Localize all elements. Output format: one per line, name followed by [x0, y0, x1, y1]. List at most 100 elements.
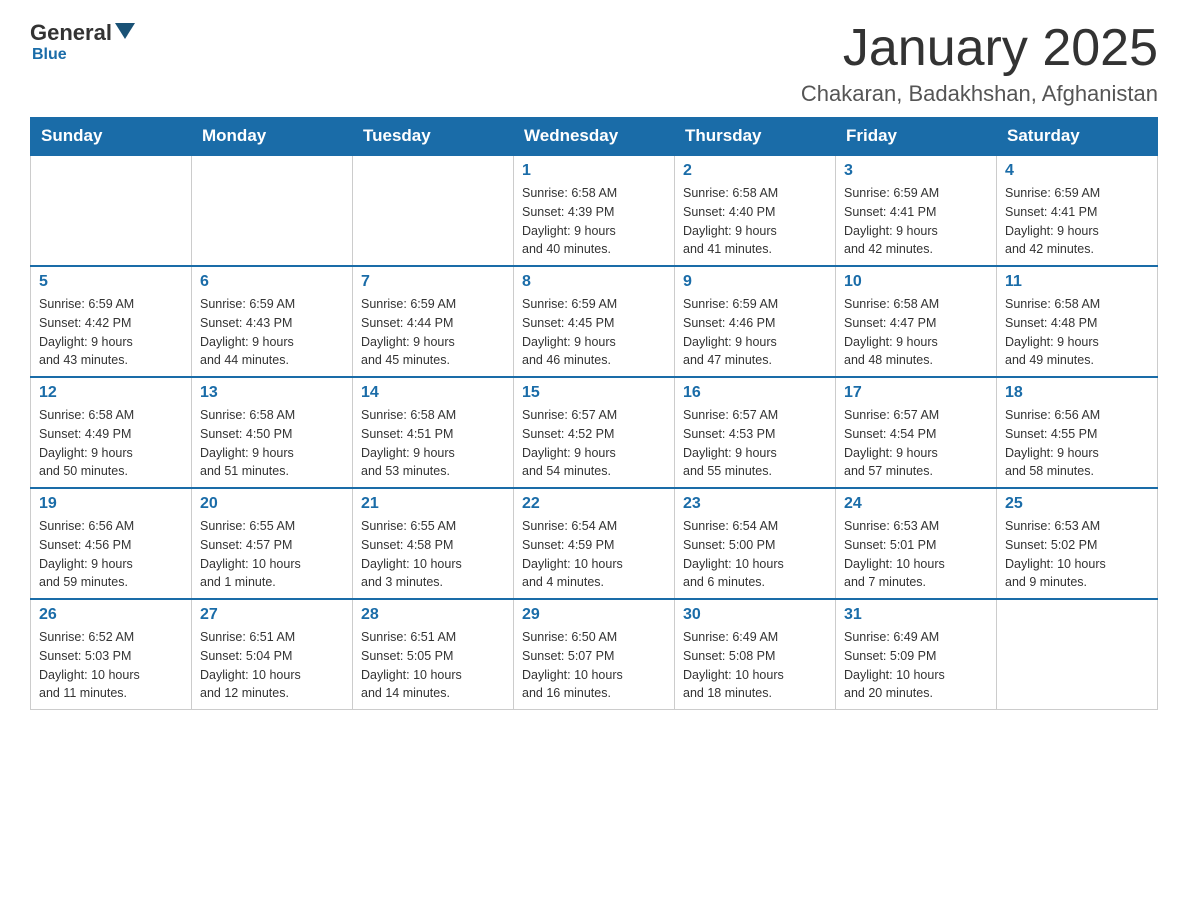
- table-row: 23 Sunrise: 6:54 AMSunset: 5:00 PMDayligh…: [675, 488, 836, 599]
- table-row: 9 Sunrise: 6:59 AMSunset: 4:46 PMDaylight…: [675, 266, 836, 377]
- day-number: 19: [39, 495, 183, 513]
- calendar-week-row: 5 Sunrise: 6:59 AMSunset: 4:42 PMDaylight…: [31, 266, 1158, 377]
- table-row: 16Sunrise: 6:57 AMSunset: 4:53 PMDayligh…: [675, 377, 836, 488]
- day-info: Sunrise: 6:56 AMSunset: 4:55 PMDaylight:…: [1005, 406, 1149, 481]
- table-row: 24 Sunrise: 6:53 AMSunset: 5:01 PMDayligh…: [836, 488, 997, 599]
- calendar-subtitle: Chakaran, Badakhshan, Afghanistan: [801, 81, 1158, 107]
- day-number: 9: [683, 273, 827, 291]
- day-number: 13: [200, 384, 344, 402]
- day-number: 29: [522, 606, 666, 624]
- day-info: Sunrise: 6:59 AMSunset: 4:45 PMDaylight:…: [522, 295, 666, 370]
- table-row: 3Sunrise: 6:59 AMSunset: 4:41 PMDaylight…: [836, 155, 997, 266]
- day-number: 21: [361, 495, 505, 513]
- table-row: 1 Sunrise: 6:58 AMSunset: 4:39 PMDaylight…: [514, 155, 675, 266]
- day-number: 4: [1005, 162, 1149, 180]
- calendar-title: January 2025: [801, 20, 1158, 77]
- day-number: 15: [522, 384, 666, 402]
- day-number: 23: [683, 495, 827, 513]
- table-row: 25 Sunrise: 6:53 AMSunset: 5:02 PMDayligh…: [997, 488, 1158, 599]
- table-row: 21 Sunrise: 6:55 AMSunset: 4:58 PMDayligh…: [353, 488, 514, 599]
- day-info: Sunrise: 6:58 AMSunset: 4:39 PMDaylight:…: [522, 184, 666, 259]
- day-info: Sunrise: 6:54 AMSunset: 4:59 PMDaylight:…: [522, 517, 666, 592]
- logo-arrow-icon: [115, 23, 135, 39]
- table-row: 19 Sunrise: 6:56 AMSunset: 4:56 PMDayligh…: [31, 488, 192, 599]
- day-number: 27: [200, 606, 344, 624]
- header-tuesday: Tuesday: [353, 118, 514, 156]
- day-number: 17: [844, 384, 988, 402]
- table-row: 7 Sunrise: 6:59 AMSunset: 4:44 PMDaylight…: [353, 266, 514, 377]
- logo-blue-text: Blue: [32, 46, 67, 63]
- table-row: 28 Sunrise: 6:51 AMSunset: 5:05 PMDayligh…: [353, 599, 514, 710]
- table-row: 15 Sunrise: 6:57 AMSunset: 4:52 PMDayligh…: [514, 377, 675, 488]
- day-info: Sunrise: 6:58 AMSunset: 4:40 PMDaylight:…: [683, 184, 827, 259]
- table-row: 4 Sunrise: 6:59 AMSunset: 4:41 PMDaylight…: [997, 155, 1158, 266]
- day-number: 6: [200, 273, 344, 291]
- day-info: Sunrise: 6:49 AMSunset: 5:08 PMDaylight:…: [683, 628, 827, 703]
- page-header: General Blue January 2025 Chakaran, Bada…: [30, 20, 1158, 107]
- day-info: Sunrise: 6:59 AMSunset: 4:46 PMDaylight:…: [683, 295, 827, 370]
- day-number: 14: [361, 384, 505, 402]
- day-number: 20: [200, 495, 344, 513]
- table-row: 11 Sunrise: 6:58 AMSunset: 4:48 PMDayligh…: [997, 266, 1158, 377]
- table-row: 18 Sunrise: 6:56 AMSunset: 4:55 PMDayligh…: [997, 377, 1158, 488]
- title-section: January 2025 Chakaran, Badakhshan, Afgha…: [801, 20, 1158, 107]
- header-monday: Monday: [192, 118, 353, 156]
- day-number: 2: [683, 162, 827, 180]
- header-wednesday: Wednesday: [514, 118, 675, 156]
- calendar-week-row: 19 Sunrise: 6:56 AMSunset: 4:56 PMDayligh…: [31, 488, 1158, 599]
- header-thursday: Thursday: [675, 118, 836, 156]
- day-info: Sunrise: 6:49 AMSunset: 5:09 PMDaylight:…: [844, 628, 988, 703]
- table-row: 10Sunrise: 6:58 AMSunset: 4:47 PMDayligh…: [836, 266, 997, 377]
- day-info: Sunrise: 6:58 AMSunset: 4:49 PMDaylight:…: [39, 406, 183, 481]
- logo-general-text: General: [30, 20, 112, 46]
- day-number: 5: [39, 273, 183, 291]
- calendar-header-row: SundayMondayTuesdayWednesdayThursdayFrid…: [31, 118, 1158, 156]
- day-info: Sunrise: 6:59 AMSunset: 4:41 PMDaylight:…: [844, 184, 988, 259]
- table-row: 13Sunrise: 6:58 AMSunset: 4:50 PMDayligh…: [192, 377, 353, 488]
- day-number: 12: [39, 384, 183, 402]
- table-row: 17 Sunrise: 6:57 AMSunset: 4:54 PMDayligh…: [836, 377, 997, 488]
- day-info: Sunrise: 6:54 AMSunset: 5:00 PMDaylight:…: [683, 517, 827, 592]
- day-info: Sunrise: 6:58 AMSunset: 4:48 PMDaylight:…: [1005, 295, 1149, 370]
- table-row: 20Sunrise: 6:55 AMSunset: 4:57 PMDayligh…: [192, 488, 353, 599]
- calendar-week-row: 26Sunrise: 6:52 AMSunset: 5:03 PMDayligh…: [31, 599, 1158, 710]
- day-info: Sunrise: 6:53 AMSunset: 5:02 PMDaylight:…: [1005, 517, 1149, 592]
- day-info: Sunrise: 6:59 AMSunset: 4:42 PMDaylight:…: [39, 295, 183, 370]
- day-number: 28: [361, 606, 505, 624]
- day-number: 24: [844, 495, 988, 513]
- day-info: Sunrise: 6:57 AMSunset: 4:52 PMDaylight:…: [522, 406, 666, 481]
- table-row: 30 Sunrise: 6:49 AMSunset: 5:08 PMDayligh…: [675, 599, 836, 710]
- day-number: 31: [844, 606, 988, 624]
- day-info: Sunrise: 6:53 AMSunset: 5:01 PMDaylight:…: [844, 517, 988, 592]
- day-info: Sunrise: 6:55 AMSunset: 4:58 PMDaylight:…: [361, 517, 505, 592]
- day-number: 1: [522, 162, 666, 180]
- table-row: 29 Sunrise: 6:50 AMSunset: 5:07 PMDayligh…: [514, 599, 675, 710]
- calendar-week-row: 12 Sunrise: 6:58 AMSunset: 4:49 PMDayligh…: [31, 377, 1158, 488]
- table-row: 12 Sunrise: 6:58 AMSunset: 4:49 PMDayligh…: [31, 377, 192, 488]
- day-info: Sunrise: 6:57 AMSunset: 4:54 PMDaylight:…: [844, 406, 988, 481]
- table-row: 27Sunrise: 6:51 AMSunset: 5:04 PMDayligh…: [192, 599, 353, 710]
- day-number: 30: [683, 606, 827, 624]
- table-row: 6Sunrise: 6:59 AMSunset: 4:43 PMDaylight…: [192, 266, 353, 377]
- day-info: Sunrise: 6:58 AMSunset: 4:47 PMDaylight:…: [844, 295, 988, 370]
- day-number: 18: [1005, 384, 1149, 402]
- calendar-week-row: 1 Sunrise: 6:58 AMSunset: 4:39 PMDaylight…: [31, 155, 1158, 266]
- day-number: 16: [683, 384, 827, 402]
- day-info: Sunrise: 6:56 AMSunset: 4:56 PMDaylight:…: [39, 517, 183, 592]
- day-number: 11: [1005, 273, 1149, 291]
- day-number: 7: [361, 273, 505, 291]
- header-saturday: Saturday: [997, 118, 1158, 156]
- day-info: Sunrise: 6:51 AMSunset: 5:05 PMDaylight:…: [361, 628, 505, 703]
- day-info: Sunrise: 6:59 AMSunset: 4:44 PMDaylight:…: [361, 295, 505, 370]
- calendar-table: SundayMondayTuesdayWednesdayThursdayFrid…: [30, 117, 1158, 710]
- table-row: [997, 599, 1158, 710]
- day-info: Sunrise: 6:59 AMSunset: 4:41 PMDaylight:…: [1005, 184, 1149, 259]
- table-row: 31 Sunrise: 6:49 AMSunset: 5:09 PMDayligh…: [836, 599, 997, 710]
- day-info: Sunrise: 6:58 AMSunset: 4:51 PMDaylight:…: [361, 406, 505, 481]
- table-row: [353, 155, 514, 266]
- day-info: Sunrise: 6:50 AMSunset: 5:07 PMDaylight:…: [522, 628, 666, 703]
- table-row: 26Sunrise: 6:52 AMSunset: 5:03 PMDayligh…: [31, 599, 192, 710]
- logo: General Blue: [30, 20, 137, 64]
- day-number: 25: [1005, 495, 1149, 513]
- day-number: 8: [522, 273, 666, 291]
